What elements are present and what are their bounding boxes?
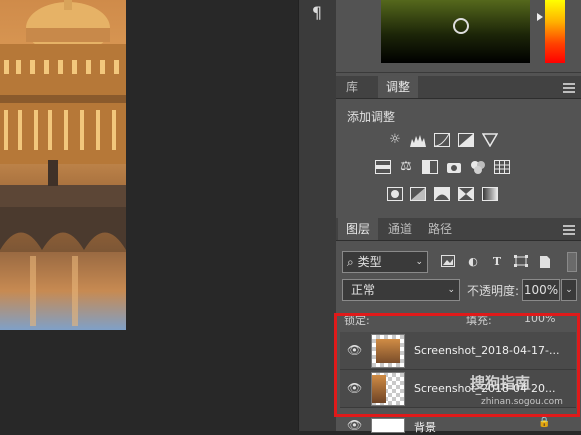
levels-icon[interactable] [410,133,426,147]
tab-adjustments[interactable]: 调整 [378,76,418,98]
vibrance-icon[interactable] [481,133,499,148]
paragraph-icon[interactable]: ¶ [305,2,329,24]
chevron-down-icon: ⌄ [415,257,423,267]
watermark-url: zhinan.sogou.com [481,397,563,407]
hue-slider[interactable] [545,0,565,63]
pixel-filter-icon[interactable] [441,255,455,269]
shape-filter-icon[interactable] [514,255,528,269]
visibility-eye-icon[interactable]: 👁 [347,418,362,432]
layer-filter-label: 类型 [357,255,382,269]
curves-icon[interactable] [434,133,450,147]
blend-mode-value: 正常 [351,283,376,297]
canvas-photo-image [0,0,126,330]
threshold-icon[interactable] [434,187,450,201]
smart-object-filter-icon[interactable] [538,255,552,269]
channel-mixer-icon[interactable] [470,160,486,174]
adjustments-tabbar [336,76,581,99]
adjustments-menu-icon[interactable] [563,83,575,93]
watermark-logo: 搜狗指南 [470,374,531,392]
add-adjustment-title: 添加调整 [347,110,396,124]
tool-column [298,0,336,431]
blend-mode-select[interactable]: 正常 ⌄ [342,279,460,301]
tab-paths[interactable]: 路径 [420,218,460,240]
layer-filter-select[interactable]: ⌕ 类型 ⌄ [342,251,428,273]
type-filter-icon[interactable]: T [490,255,504,269]
hue-marker-icon[interactable] [537,13,543,21]
hue-saturation-icon[interactable] [375,160,391,174]
layer-name: 背景 [414,421,436,434]
brightness-contrast-icon[interactable]: ☼ [387,133,403,147]
gradient-map-icon[interactable] [482,187,498,201]
tab-layers[interactable]: 图层 [338,218,379,240]
search-icon: ⌕ [347,255,354,269]
opacity-dropdown-icon[interactable]: ⌄ [561,279,577,301]
opacity-input[interactable]: 100% [522,279,560,301]
layers-menu-icon[interactable] [563,225,575,235]
black-white-icon[interactable] [422,160,438,174]
lock-icon: 🔒 [538,417,551,428]
tab-library[interactable]: 库 [338,76,366,98]
photo-filter-icon[interactable] [446,160,462,174]
posterize-icon[interactable] [410,187,426,201]
color-picker-circle[interactable] [453,18,469,34]
color-balance-icon[interactable]: ⚖ [398,160,414,174]
tab-channels[interactable]: 通道 [380,218,420,240]
opacity-label: 不透明度: [467,284,520,298]
color-lookup-icon[interactable] [494,160,510,174]
selective-color-icon[interactable] [458,187,474,201]
exposure-icon[interactable] [458,133,474,147]
color-field[interactable] [381,0,530,63]
adjustment-filter-icon[interactable]: ◐ [466,255,480,269]
filter-toggle[interactable] [567,252,577,272]
chevron-down-icon: ⌄ [447,285,455,295]
invert-icon[interactable] [387,187,403,201]
